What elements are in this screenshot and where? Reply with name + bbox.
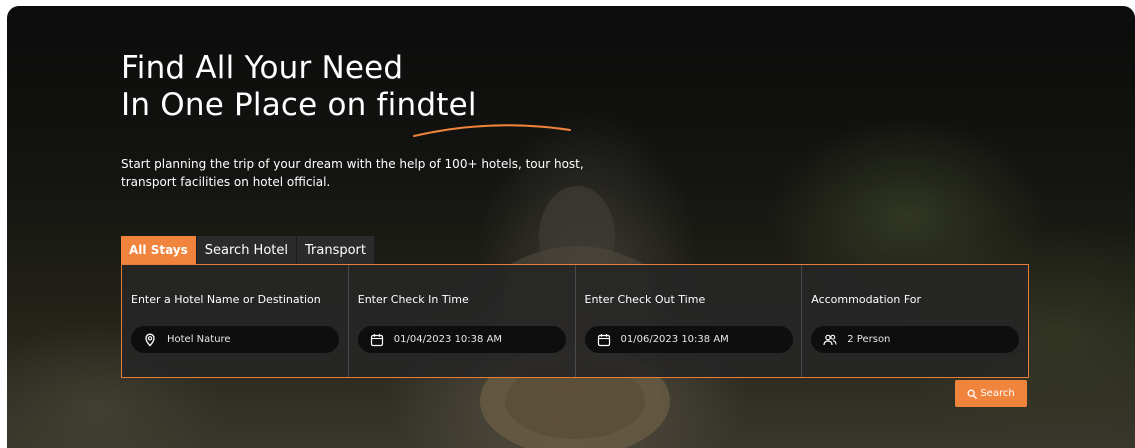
accommodation-input[interactable]: 2 Person — [811, 326, 1020, 353]
search-tabs: All Stays Search Hotel Transport — [121, 236, 376, 264]
tab-search-hotel[interactable]: Search Hotel — [196, 236, 297, 264]
search-button[interactable]: Search — [955, 380, 1027, 407]
tab-all-stays[interactable]: All Stays — [121, 236, 197, 264]
calendar-icon — [597, 333, 610, 346]
check-in-input[interactable]: 01/04/2023 10:38 AM — [357, 326, 566, 353]
accommodation-label: Accommodation For — [811, 293, 922, 306]
destination-value: Hotel Nature — [167, 334, 231, 345]
check-in-label: Enter Check In Time — [357, 293, 469, 306]
search-panel: Enter a Hotel Name or Destination Hotel … — [121, 264, 1029, 378]
check-out-input[interactable]: 01/06/2023 10:38 AM — [584, 326, 793, 353]
location-pin-icon — [145, 333, 155, 347]
check-out-value: 01/06/2023 10:38 AM — [620, 334, 729, 345]
destination-label: Enter a Hotel Name or Destination — [131, 293, 321, 306]
check-out-field: Enter Check Out Time 01/06/2023 10:38 AM — [576, 265, 803, 377]
check-in-value: 01/04/2023 10:38 AM — [393, 334, 503, 345]
headline-line-2: In One Place on findtel — [121, 87, 477, 123]
tab-transport[interactable]: Transport — [297, 236, 376, 264]
destination-field: Enter a Hotel Name or Destination Hotel … — [122, 265, 349, 377]
brand-underline-decoration — [413, 124, 571, 137]
check-out-label: Enter Check Out Time — [584, 293, 706, 306]
check-in-field: Enter Check In Time 01/04/2023 10:38 AM — [349, 265, 576, 377]
accommodation-field: Accommodation For 2 Person — [802, 265, 1028, 377]
search-button-label: Search — [980, 388, 1015, 399]
destination-input[interactable]: Hotel Nature — [131, 326, 339, 353]
search-icon — [967, 389, 978, 399]
people-icon — [823, 334, 837, 345]
accommodation-value: 2 Person — [847, 334, 891, 345]
headline-line-1: Find All Your Need — [121, 50, 404, 86]
hero-subtitle: Start planning the trip of your dream wi… — [121, 157, 584, 189]
calendar-icon — [370, 333, 383, 346]
hero-headline: Find All Your Need In One Place on findt… — [121, 50, 477, 124]
